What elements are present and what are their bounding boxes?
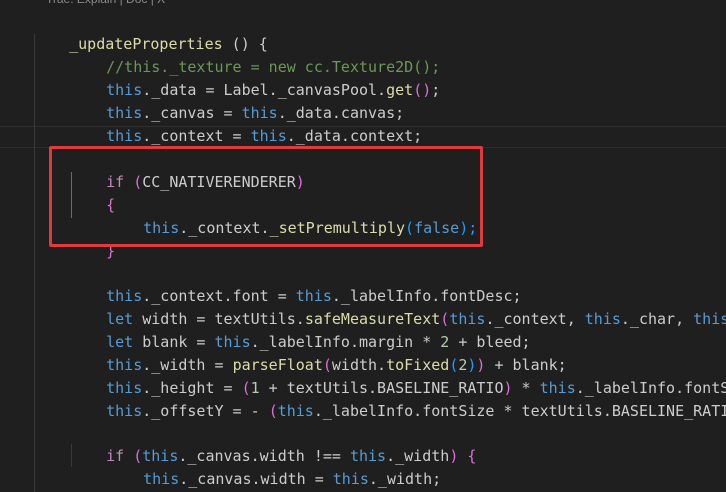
code-line[interactable]: this._context.font = this._labelInfo.fon… — [70, 262, 521, 305]
code-line[interactable]: let blank = this._labelInfo.margin * 2 +… — [70, 308, 530, 351]
code-line[interactable]: this._context = this._data.context; — [70, 102, 422, 145]
indent-guide — [34, 34, 35, 492]
code-line[interactable]: } — [70, 217, 115, 260]
code-line[interactable]: //this._texture = new cc.Texture2D(); — [70, 33, 440, 76]
code-line[interactable]: this._canvas.width = this._width; — [107, 445, 441, 488]
code-line[interactable]: let width = textUtils.safeMeasureText(th… — [70, 285, 726, 328]
code-line[interactable]: } — [70, 468, 115, 491]
code-line[interactable]: this._height = (1 + textUtils.BASELINE_R… — [70, 354, 726, 397]
codelens-actions[interactable]: Trae: Explain | Doc | X — [46, 0, 165, 8]
code-line[interactable]: _updateProperties () { — [33, 10, 268, 53]
code-line[interactable]: if (this._canvas.width !== this._width) … — [70, 422, 476, 465]
code-line[interactable]: this._canvas = this._data.canvas; — [70, 79, 404, 122]
code-line[interactable]: this._context._setPremultiply(false); — [107, 194, 477, 237]
code-line[interactable]: this._data = Label._canvasPool.get(); — [70, 56, 440, 99]
code-line[interactable]: this._offsetY = - (this._labelInfo.fontS… — [70, 377, 726, 420]
code-line[interactable]: if (CC_NATIVERENDERER) — [70, 148, 305, 191]
code-line[interactable]: this._width = parseFloat(width.toFixed(2… — [70, 331, 567, 374]
code-line[interactable]: { — [70, 171, 115, 214]
code-editor[interactable]: Trae: Explain | Doc | X _updatePropertie… — [0, 0, 726, 492]
